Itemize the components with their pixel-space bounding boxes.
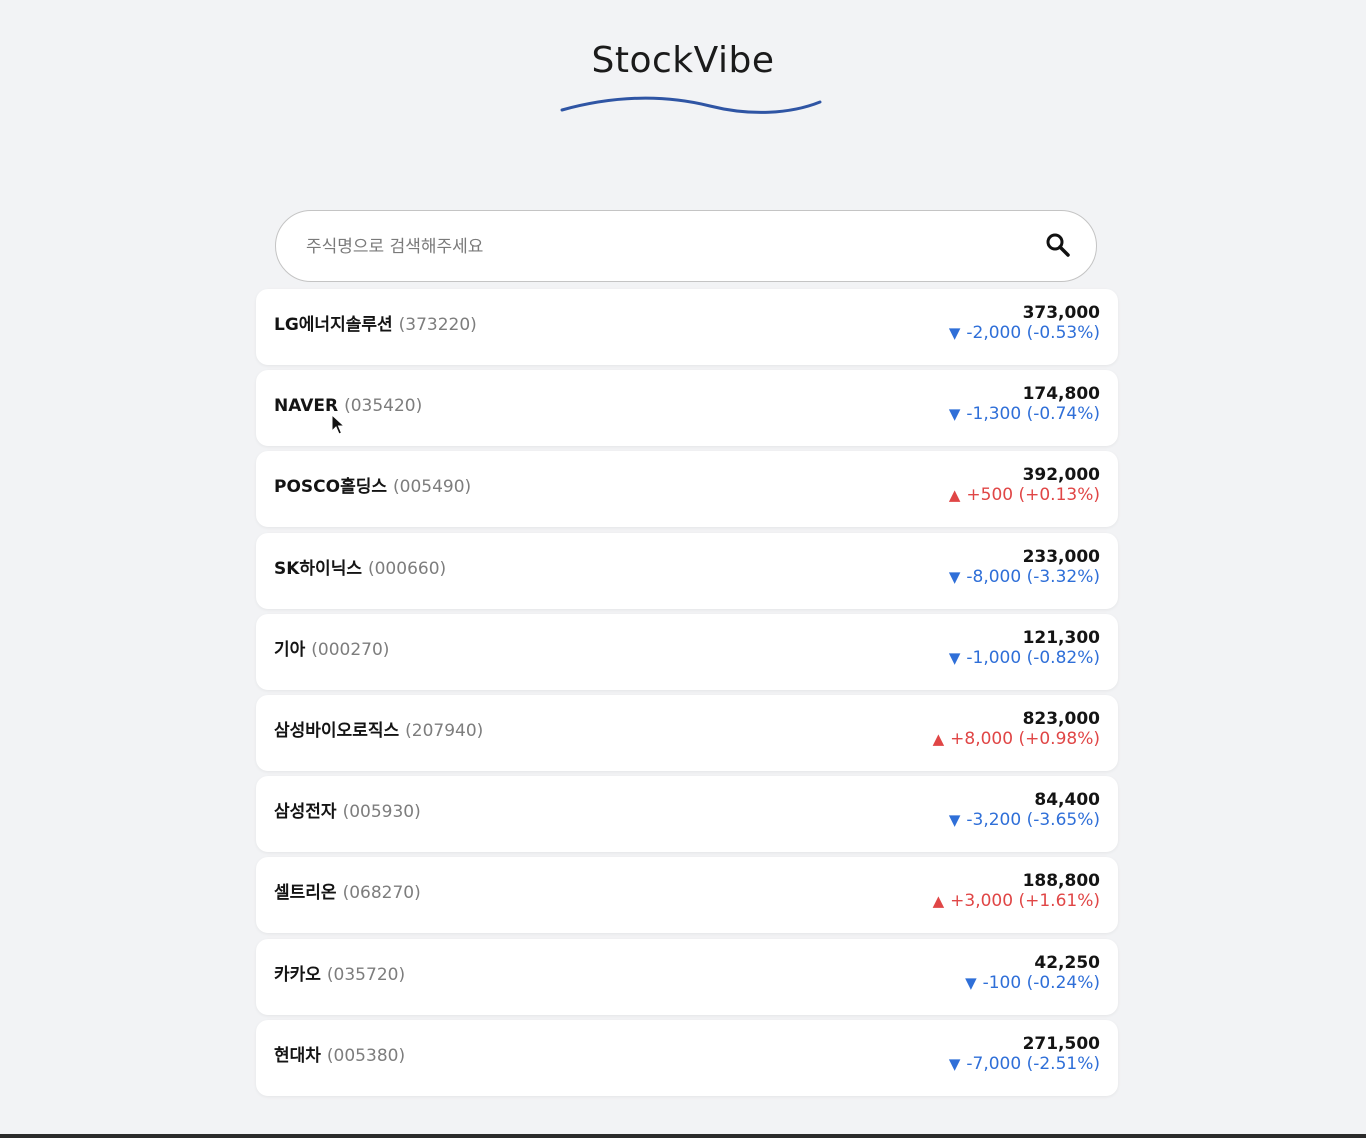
stock-change-text: -8,000 (-3.32%) (966, 566, 1100, 587)
down-triangle-icon: ▼ (948, 648, 961, 667)
stock-code: (373220) (398, 315, 477, 335)
stock-row[interactable]: 카카오 (035720) 42,250 ▼ -100 (-0.24%) (256, 938, 1118, 1015)
stock-change-text: -1,300 (-0.74%) (966, 404, 1100, 425)
stock-code: (068270) (342, 883, 421, 904)
stock-price: 373,000 (1022, 303, 1100, 323)
stock-row[interactable]: 셀트리온 (068270) 188,800 ▲ +3,000 (+1.61%) (256, 857, 1118, 934)
stock-row[interactable]: 삼성바이오로직스 (207940) 823,000 ▲ +8,000 (+0.98%… (256, 694, 1118, 771)
down-triangle-icon: ▼ (948, 1054, 961, 1073)
stock-info: 삼성전자 (005930) (274, 776, 421, 852)
stock-code: (005930) (342, 802, 421, 823)
stock-info: LG에너지솔루션 (373220) (274, 289, 477, 365)
stock-change: ▲ +500 (+0.13%) (949, 485, 1100, 505)
stock-row[interactable]: POSCO홀딩스 (005490) 392,000 ▲ +500 (+0.13%) (256, 451, 1118, 528)
search-input[interactable] (304, 211, 1028, 282)
stock-row[interactable]: SK하이닉스 (000660) 233,000 ▼ -8,000 (-3.32%) (256, 532, 1118, 609)
stock-price: 392,000 (1022, 465, 1100, 486)
down-triangle-icon: ▼ (948, 405, 961, 424)
stock-row[interactable]: 기아 (000270) 121,300 ▼ -1,000 (-0.82%) (256, 613, 1118, 690)
title-underline-wave (560, 96, 822, 114)
stock-change-text: -3,200 (-3.65%) (966, 810, 1100, 831)
app-title: StockVibe (591, 40, 775, 81)
stock-change: ▼ -1,300 (-0.74%) (949, 404, 1100, 424)
stock-name: 기아 (274, 639, 306, 660)
stock-code: (005380) (326, 1045, 406, 1066)
stock-quote: 188,800 ▲ +3,000 (+1.61%) (933, 871, 1100, 911)
stock-change: ▲ +8,000 (+0.98%) (933, 729, 1100, 749)
stock-code: (005490) (393, 477, 472, 498)
stock-quote: 84,400 ▼ -3,200 (-3.65%) (949, 790, 1100, 830)
stock-change: ▼ -7,000 (-2.51%) (949, 1054, 1100, 1074)
down-triangle-icon: ▼ (948, 811, 961, 830)
search-icon[interactable] (1044, 231, 1072, 259)
stock-price: 233,000 (1022, 546, 1100, 567)
stock-price: 188,800 (1022, 871, 1100, 892)
stock-change-text: +3,000 (+1.61%) (950, 891, 1100, 912)
stock-code: (035720) (326, 964, 406, 985)
stock-name: 셀트리온 (274, 883, 337, 904)
stock-row[interactable]: 현대차 (005380) 271,500 ▼ -7,000 (-2.51%) (256, 1019, 1118, 1096)
stock-price: 823,000 (1022, 708, 1100, 729)
stock-name: LG에너지솔루션 (274, 315, 393, 335)
stock-price: 84,400 (1034, 790, 1100, 811)
stock-row[interactable]: LG에너지솔루션 (373220) 373,000 ▼ -2,000 (-0.53%… (256, 289, 1118, 365)
stock-code: (207940) (405, 720, 484, 741)
stock-change: ▼ -3,200 (-3.65%) (949, 810, 1100, 830)
down-triangle-icon: ▼ (948, 567, 961, 586)
stock-code: (000660) (367, 558, 447, 579)
stock-price: 174,800 (1022, 384, 1100, 405)
stock-name: 삼성바이오로직스 (274, 720, 400, 741)
stock-change: ▼ -1,000 (-0.82%) (949, 648, 1100, 668)
stock-quote: 271,500 ▼ -7,000 (-2.51%) (949, 1034, 1100, 1074)
stock-info: 삼성바이오로직스 (207940) (274, 695, 483, 771)
stock-quote: 174,800 ▼ -1,300 (-0.74%) (949, 384, 1100, 424)
stock-info: NAVER (035420) (274, 370, 422, 446)
stock-change-text: -100 (-0.24%) (982, 972, 1100, 993)
up-triangle-icon: ▲ (948, 486, 961, 505)
stock-change-text: +8,000 (+0.98%) (950, 728, 1100, 749)
stock-change-text: -7,000 (-2.51%) (966, 1053, 1100, 1074)
window-bottom-edge (0, 1134, 1366, 1138)
stock-change-text: +500 (+0.13%) (966, 485, 1100, 506)
stock-name: 카카오 (274, 964, 321, 985)
stock-quote: 233,000 ▼ -8,000 (-3.32%) (949, 547, 1100, 587)
stock-name: 현대차 (274, 1045, 321, 1066)
stock-change: ▼ -8,000 (-3.32%) (949, 567, 1100, 587)
stock-price: 271,500 (1022, 1033, 1100, 1054)
stock-row[interactable]: NAVER (035420) 174,800 ▼ -1,300 (-0.74%) (256, 370, 1118, 447)
stock-code: (035420) (344, 396, 423, 417)
stock-info: 기아 (000270) (274, 614, 389, 690)
stock-name: SK하이닉스 (274, 558, 362, 579)
search-bar (275, 210, 1097, 282)
stock-code: (000270) (311, 639, 390, 660)
stock-change: ▲ +3,000 (+1.61%) (933, 891, 1100, 911)
stock-price: 42,250 (1034, 952, 1100, 973)
stock-quote: 373,000 ▼ -2,000 (-0.53%) (949, 303, 1100, 343)
stock-list: LG에너지솔루션 (373220) 373,000 ▼ -2,000 (-0.53%… (256, 289, 1118, 1101)
stock-change: ▼ -2,000 (-0.53%) (949, 323, 1100, 343)
stock-info: 카카오 (035720) (274, 939, 405, 1015)
down-triangle-icon: ▼ (948, 324, 961, 342)
stock-change: ▼ -100 (-0.24%) (965, 973, 1100, 993)
stock-name: 삼성전자 (274, 802, 337, 823)
stock-row[interactable]: 삼성전자 (005930) 84,400 ▼ -3,200 (-3.65%) (256, 776, 1118, 853)
up-triangle-icon: ▲ (932, 892, 945, 911)
stock-change-text: -1,000 (-0.82%) (966, 647, 1100, 668)
stock-quote: 121,300 ▼ -1,000 (-0.82%) (949, 628, 1100, 668)
stock-info: 현대차 (005380) (274, 1020, 405, 1096)
stock-change-text: -2,000 (-0.53%) (966, 323, 1100, 343)
stock-info: SK하이닉스 (000660) (274, 533, 446, 609)
stock-quote: 823,000 ▲ +8,000 (+0.98%) (933, 709, 1100, 749)
stock-name: NAVER (274, 396, 339, 417)
app-header: StockVibe (0, 0, 1366, 140)
stock-info: POSCO홀딩스 (005490) (274, 451, 471, 527)
stock-info: 셀트리온 (068270) (274, 857, 421, 933)
stock-price: 121,300 (1022, 627, 1100, 648)
stock-quote: 392,000 ▲ +500 (+0.13%) (949, 465, 1100, 505)
stock-name: POSCO홀딩스 (274, 477, 388, 498)
up-triangle-icon: ▲ (932, 729, 945, 748)
down-triangle-icon: ▼ (965, 973, 977, 992)
stock-quote: 42,250 ▼ -100 (-0.24%) (965, 953, 1100, 993)
